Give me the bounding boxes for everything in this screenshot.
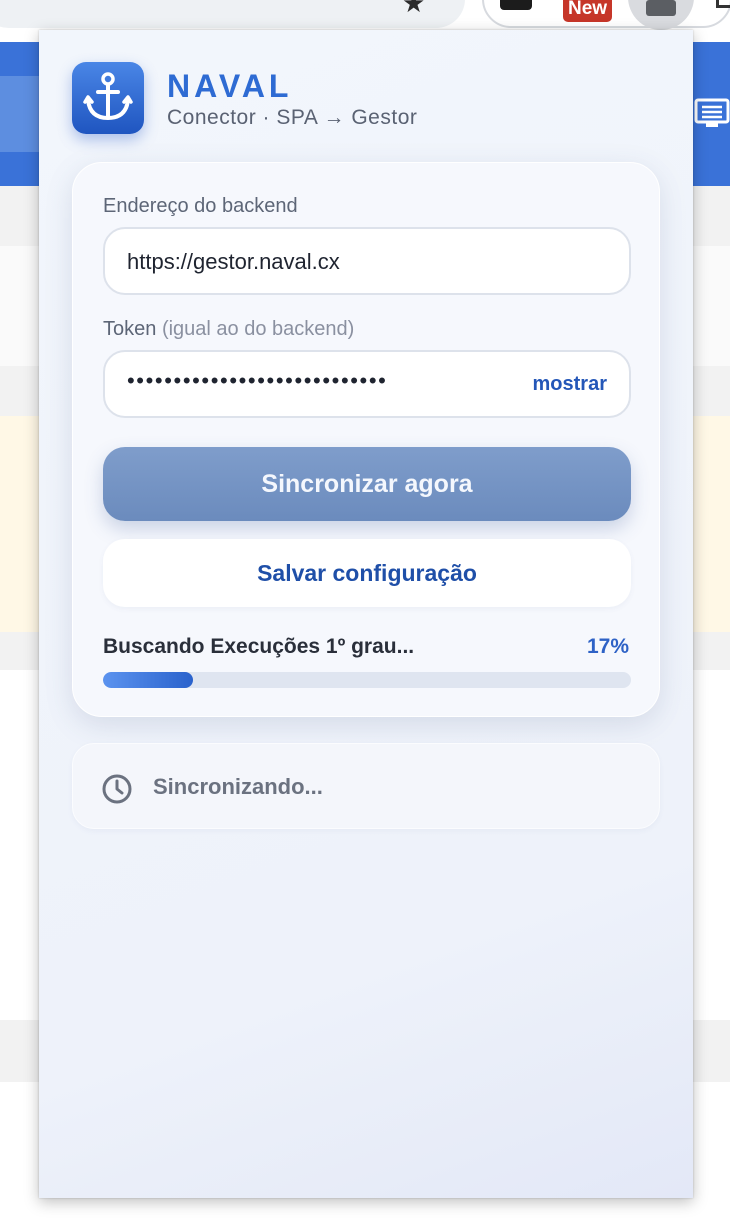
sync-now-button[interactable]: Sincronizar agora bbox=[103, 447, 631, 521]
token-label: Token (igual ao do backend) bbox=[103, 318, 354, 341]
brand-subtitle: Conector · SPA → Gestor bbox=[167, 106, 418, 129]
token-label-text: Token bbox=[103, 318, 157, 340]
list-icon[interactable] bbox=[694, 98, 730, 128]
brand-title: NAVAL bbox=[167, 68, 293, 104]
token-masked-value: •••••••••••••••••••••••••••• bbox=[127, 368, 388, 393]
status-text: Sincronizando... bbox=[153, 774, 323, 799]
token-input[interactable]: •••••••••••••••••••••••••••• mostrar bbox=[103, 350, 631, 418]
app-logo bbox=[72, 62, 144, 134]
progress-bar bbox=[103, 672, 631, 688]
show-token-toggle[interactable]: mostrar bbox=[533, 373, 607, 396]
extension-icon[interactable] bbox=[500, 0, 532, 10]
clock-icon bbox=[102, 774, 132, 804]
progress-bar-fill bbox=[103, 672, 193, 688]
new-badge: New bbox=[563, 0, 613, 22]
backend-url-value: https://gestor.naval.cx bbox=[127, 249, 340, 274]
save-config-button[interactable]: Salvar configuração bbox=[103, 539, 631, 607]
backend-label: Endereço do backend bbox=[103, 195, 298, 217]
address-bar[interactable] bbox=[0, 0, 465, 28]
progress-status-text: Buscando Execuções 1º grau... bbox=[103, 635, 415, 658]
extension-popup: NAVAL Conector · SPA → Gestor Endereço d… bbox=[39, 30, 693, 1198]
progress-percent: 17% bbox=[586, 635, 629, 658]
bookmark-star-icon[interactable]: ★ bbox=[402, 0, 425, 19]
backend-url-input[interactable]: https://gestor.naval.cx bbox=[103, 227, 631, 295]
settings-card: Endereço do backend https://gestor.naval… bbox=[72, 162, 660, 717]
anchor-icon bbox=[83, 72, 133, 121]
status-card: Sincronizando... bbox=[72, 743, 660, 829]
token-hint: (igual ao do backend) bbox=[161, 318, 355, 340]
extension-icon[interactable] bbox=[716, 0, 730, 8]
